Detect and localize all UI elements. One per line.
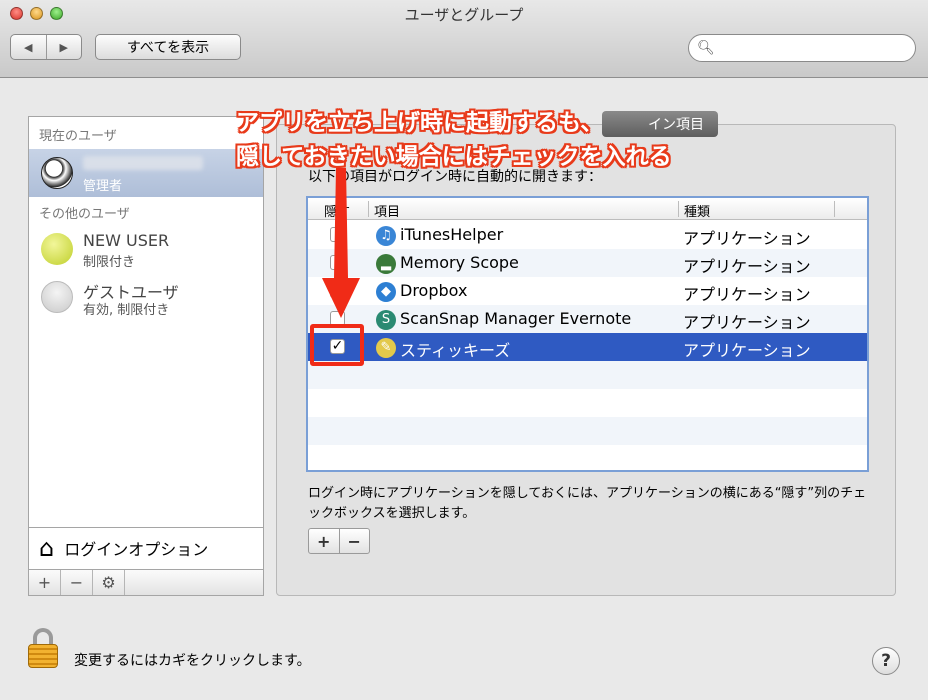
user-row-guest[interactable]: ゲストユーザ 有効, 制限付き: [29, 273, 263, 321]
stickies-icon: ✎: [376, 338, 396, 358]
table-header: 隠す 項目 種類: [308, 198, 867, 220]
annotation-arrow: [322, 168, 360, 318]
scansnap-icon: S: [376, 310, 396, 330]
app-kind: アプリケーション: [683, 257, 811, 276]
hide-help-text: ログイン時にアプリケーションを隠しておくには、アプリケーションの横にある“隠す”…: [308, 486, 867, 521]
table-row[interactable]: ▂ Memory Scope アプリケーション: [308, 249, 867, 277]
search-icon: 🔍︎: [697, 40, 715, 56]
app-kind: アプリケーション: [683, 313, 811, 332]
column-item[interactable]: 項目: [374, 201, 400, 220]
window-title: ユーザとグループ: [404, 6, 524, 24]
search-field[interactable]: 🔍︎: [688, 34, 916, 62]
app-kind: アプリケーション: [683, 285, 811, 304]
login-options-item[interactable]: ⌂ ログインオプション: [29, 527, 263, 567]
soccer-ball-avatar: [41, 157, 73, 189]
forward-icon[interactable]: ▶: [47, 35, 82, 59]
empty-table-row: [308, 389, 867, 417]
current-user-role: 管理者: [83, 179, 123, 194]
dropbox-icon: ◆: [376, 282, 396, 302]
add-remove-items-control: + −: [308, 528, 370, 554]
empty-table-row: [308, 417, 867, 445]
gear-icon[interactable]: ⚙: [93, 570, 125, 595]
table-row[interactable]: S ScanSnap Manager Evernote アプリケーション: [308, 305, 867, 333]
empty-table-row: [308, 361, 867, 389]
user-sub: 制限付き: [83, 255, 136, 270]
remove-item-button[interactable]: −: [340, 529, 370, 553]
user-row-new-user[interactable]: NEW USER 制限付き: [29, 225, 263, 273]
user-name: NEW USER: [83, 231, 170, 250]
login-items-table: 隠す 項目 種類 ♫iTunesHelperアプリケーション▂Memory Sc…: [306, 196, 869, 472]
tennis-ball-avatar: [41, 233, 73, 265]
back-forward-control: ◀ ▶: [10, 34, 82, 60]
app-kind: アプリケーション: [683, 229, 811, 248]
window-toolbar: ユーザとグループ ◀ ▶ すべてを表示 🔍︎: [0, 0, 928, 78]
annotation-line-2: 隠しておきたい場合にはチェックを入れる: [236, 144, 672, 170]
help-button[interactable]: ?: [872, 647, 900, 675]
memory-scope-icon: ▂: [376, 254, 396, 274]
current-users-header: 現在のユーザ: [39, 129, 117, 144]
guest-avatar: [41, 281, 73, 313]
app-name: スティッキーズ: [400, 341, 511, 360]
sidebar-button-bar: + − ⚙: [29, 569, 263, 595]
show-all-button[interactable]: すべてを表示: [95, 34, 241, 60]
add-item-button[interactable]: +: [309, 529, 340, 553]
user-list-sidebar: 現在のユーザ 管理者 その他のユーザ NEW USER 制限付き ゲストユーザ …: [28, 116, 264, 596]
app-name: Memory Scope: [400, 253, 519, 272]
app-name: iTunesHelper: [400, 225, 504, 244]
lock-icon[interactable]: [28, 628, 58, 668]
annotation-text: アプリを立ち上げ時に起動するも、 隠しておきたい場合にはチェックを入れる: [236, 106, 672, 174]
current-user-row[interactable]: 管理者: [29, 149, 263, 197]
app-name: Dropbox: [400, 281, 468, 300]
table-row[interactable]: ◆ Dropbox アプリケーション: [308, 277, 867, 305]
itunes-icon: ♫: [376, 226, 396, 246]
blurred-user-name: [83, 156, 203, 170]
add-user-button[interactable]: +: [29, 570, 61, 595]
annotation-highlight-box: [310, 324, 364, 366]
user-sub: 有効, 制限付き: [83, 303, 170, 318]
annotation-line-1: アプリを立ち上げ時に起動するも、: [236, 110, 604, 136]
remove-user-button[interactable]: −: [61, 570, 93, 595]
app-kind: アプリケーション: [683, 341, 811, 360]
app-name: ScanSnap Manager Evernote: [400, 309, 632, 328]
table-row[interactable]: ✓ ✎ スティッキーズ アプリケーション: [308, 333, 867, 361]
lock-instruction-text: 変更するにはカギをクリックします。: [74, 653, 311, 669]
other-users-header: その他のユーザ: [39, 207, 130, 222]
column-kind[interactable]: 種類: [684, 201, 710, 220]
table-row[interactable]: ♫ iTunesHelper アプリケーション: [308, 221, 867, 249]
empty-table-row: [308, 445, 867, 473]
back-icon[interactable]: ◀: [11, 35, 47, 59]
house-icon: ⌂: [39, 533, 55, 562]
login-options-label: ログインオプション: [64, 539, 209, 559]
